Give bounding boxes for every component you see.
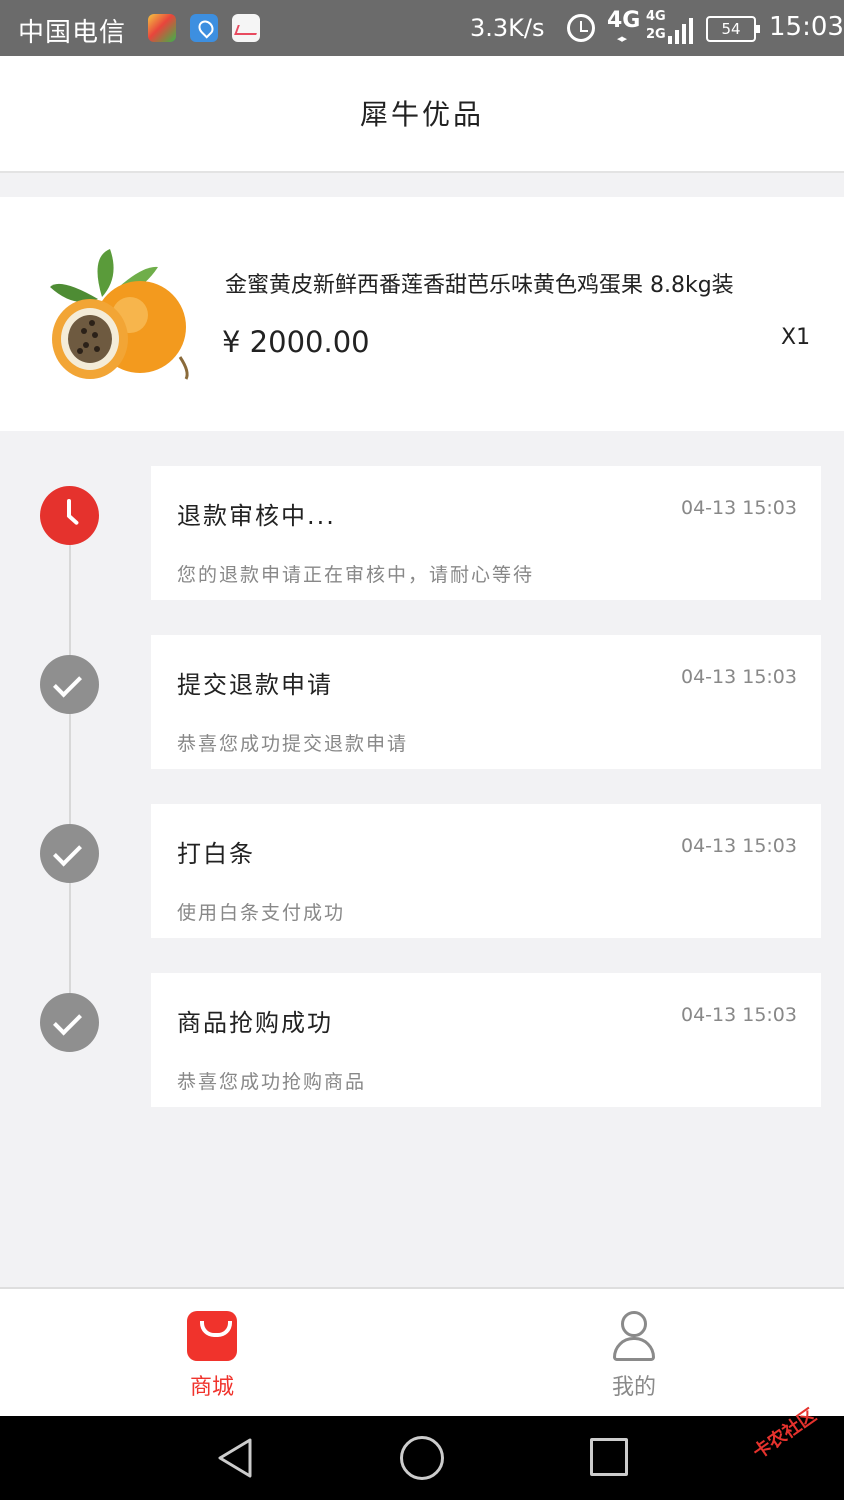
check-icon bbox=[40, 824, 99, 883]
system-nav-bar bbox=[0, 1416, 844, 1500]
timeline-desc: 使用白条支付成功 bbox=[177, 902, 346, 924]
tab-mine-label: 我的 bbox=[611, 1375, 656, 1400]
recent-apps-icon[interactable] bbox=[590, 1438, 628, 1476]
product-price: ¥ 2000.00 bbox=[222, 325, 370, 359]
timeline-title: 商品抢购成功 bbox=[177, 1009, 333, 1037]
timeline-card-credit-pay: 打白条 04-13 15:03 使用白条支付成功 bbox=[151, 804, 821, 938]
location-app-icon bbox=[190, 14, 218, 42]
alarm-icon bbox=[567, 14, 595, 42]
timeline-desc: 您的退款申请正在审核中，请耐心等待 bbox=[177, 564, 535, 586]
battery-icon: 54 bbox=[706, 16, 760, 42]
title-bar: 犀牛优品 bbox=[0, 56, 844, 173]
clock-time: 15:03 bbox=[769, 12, 844, 42]
tab-mall[interactable]: 商城 bbox=[132, 1289, 292, 1416]
check-icon bbox=[40, 655, 99, 714]
signal-icon bbox=[668, 12, 694, 44]
timeline-card-refund-submitted: 提交退款申请 04-13 15:03 恭喜您成功提交退款申请 bbox=[151, 635, 821, 769]
timeline-time: 04-13 15:03 bbox=[680, 666, 797, 688]
shopping-bag-icon bbox=[187, 1311, 237, 1361]
home-icon[interactable] bbox=[400, 1436, 444, 1480]
network-type: 4G ◂▸ bbox=[607, 8, 641, 45]
app-notification-icon bbox=[148, 14, 176, 42]
timeline-desc: 恭喜您成功提交退款申请 bbox=[177, 733, 409, 755]
timeline-line bbox=[69, 515, 71, 1020]
timeline-time: 04-13 15:03 bbox=[680, 835, 797, 857]
net-speed: 3.3K/s bbox=[470, 14, 545, 42]
timeline-title: 退款审核中... bbox=[177, 502, 336, 530]
page-title: 犀牛优品 bbox=[359, 98, 484, 131]
back-icon[interactable] bbox=[214, 1436, 258, 1480]
bottom-tab-bar: 商城 我的 bbox=[0, 1287, 844, 1416]
timeline-time: 04-13 15:03 bbox=[680, 497, 797, 519]
product-quantity: X1 bbox=[781, 325, 811, 350]
timeline-desc: 恭喜您成功抢购商品 bbox=[177, 1071, 367, 1093]
product-card[interactable]: 金蜜黄皮新鲜西番莲香甜芭乐味黄色鸡蛋果 8.8kg装 ¥ 2000.00 X1 bbox=[0, 197, 844, 431]
user-icon bbox=[609, 1311, 659, 1363]
product-image bbox=[50, 249, 189, 380]
timeline-card-refund-review: 退款审核中... 04-13 15:03 您的退款申请正在审核中，请耐心等待 bbox=[151, 466, 821, 600]
health-app-icon bbox=[232, 14, 260, 42]
dual-sim-indicator: 4G 2G bbox=[646, 9, 666, 42]
tab-mall-label: 商城 bbox=[189, 1375, 234, 1400]
product-name: 金蜜黄皮新鲜西番莲香甜芭乐味黄色鸡蛋果 8.8kg装 bbox=[225, 273, 734, 298]
timeline-time: 04-13 15:03 bbox=[680, 1004, 797, 1026]
tab-mine[interactable]: 我的 bbox=[554, 1289, 714, 1416]
timeline-title: 提交退款申请 bbox=[177, 671, 333, 699]
timeline-card-purchase-success: 商品抢购成功 04-13 15:03 恭喜您成功抢购商品 bbox=[151, 973, 821, 1107]
check-icon bbox=[40, 993, 99, 1052]
status-bar: 中国电信 3.3K/s 4G ◂▸ 4G 2G 54 15:03 bbox=[0, 0, 844, 56]
timeline-title: 打白条 bbox=[177, 840, 255, 868]
clock-icon bbox=[40, 486, 99, 545]
carrier-label: 中国电信 bbox=[18, 18, 127, 48]
